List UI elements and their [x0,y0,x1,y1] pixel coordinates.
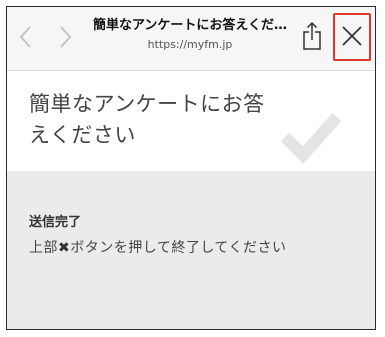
browser-toolbar: 簡単なアンケートにお答えくだ… https://myfm.jp [7,7,375,71]
completion-panel: 送信完了 上部✖ボタンを押して終了してください [7,171,375,329]
share-icon [303,21,321,50]
x-mark-icon: ✖ [58,240,71,256]
completion-heading: 送信完了 [29,215,82,230]
forward-button[interactable] [53,23,77,51]
chevron-left-icon [19,26,31,48]
completion-message: 上部✖ボタンを押して終了してください [29,237,286,257]
chevron-right-icon [60,26,72,48]
checkmark-icon [280,112,342,163]
address-bar[interactable]: 簡単なアンケートにお答えくだ… https://myfm.jp [89,17,291,53]
back-button[interactable] [15,23,39,51]
close-button[interactable] [333,13,371,61]
close-icon [342,26,362,46]
survey-title: 簡単なアンケートにお答えください [29,92,265,147]
message-suffix: ボタンを押して終了してください [70,240,287,256]
survey-header: 簡単なアンケートにお答えください [7,71,375,171]
page-title: 簡単なアンケートにお答えくだ… [92,18,288,33]
app-frame: 簡単なアンケートにお答えくだ… https://myfm.jp 簡単なアンケート… [6,6,376,330]
page-url: https://myfm.jp [147,38,233,51]
message-prefix: 上部 [29,240,58,256]
share-button[interactable] [301,21,323,51]
